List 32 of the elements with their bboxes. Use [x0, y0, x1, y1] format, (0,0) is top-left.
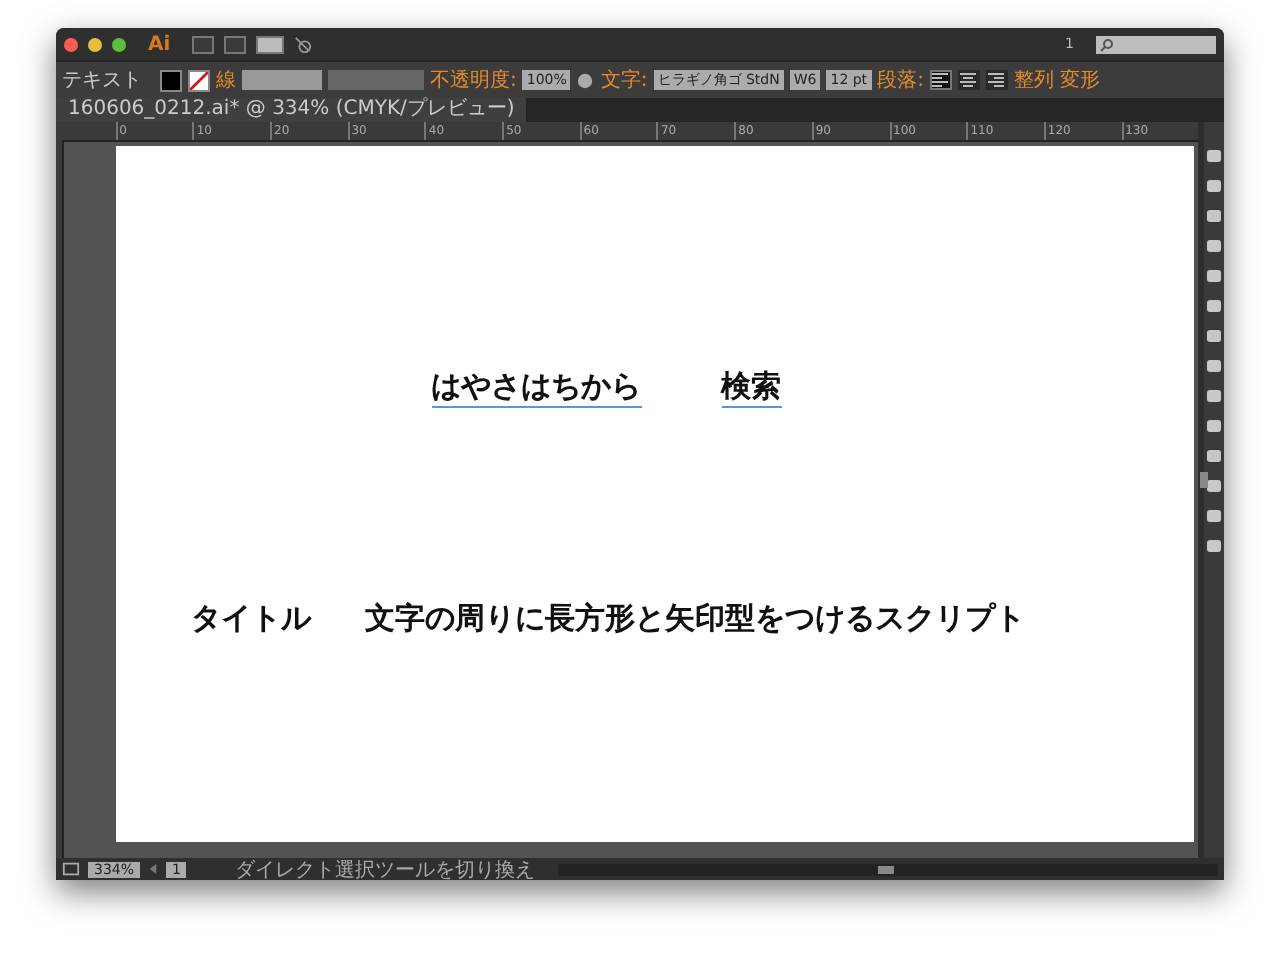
- text-object[interactable]: タイトル: [191, 598, 312, 638]
- character-label[interactable]: 文字:: [600, 66, 648, 94]
- artboard-icon[interactable]: [62, 860, 80, 878]
- document-tab[interactable]: 160606_0212.ai* @ 334% (CMYK/プレビュー): [56, 98, 527, 122]
- gpu-icon[interactable]: [294, 35, 313, 53]
- text-object[interactable]: 検索: [721, 366, 782, 408]
- app-logo: Ai: [148, 33, 171, 55]
- no-stroke-swatch[interactable]: [188, 69, 210, 91]
- fill-swatch[interactable]: [160, 69, 182, 91]
- status-text: ダイレクト選択ツールを切り換え: [234, 857, 535, 880]
- search-field[interactable]: [1096, 35, 1216, 53]
- text-object[interactable]: 文字の周りに長方形と矢印型をつけるスクリプト: [365, 598, 1026, 638]
- horizontal-scrollbar[interactable]: [558, 863, 1218, 875]
- zoom-button[interactable]: [112, 37, 126, 51]
- previous-icon[interactable]: [148, 864, 159, 874]
- variable-width-field[interactable]: [328, 70, 424, 90]
- stroke-weight-field[interactable]: [242, 70, 322, 90]
- stroke-label[interactable]: 線: [216, 66, 236, 94]
- tool-label: テキスト: [62, 68, 142, 94]
- align-center-button[interactable]: [957, 70, 980, 90]
- transform-link[interactable]: 変形: [1059, 66, 1100, 94]
- align-link[interactable]: 整列: [1013, 66, 1054, 94]
- minimize-button[interactable]: [88, 37, 102, 51]
- search-icon: [1100, 37, 1114, 51]
- paragraph-label[interactable]: 段落:: [877, 66, 924, 94]
- close-button[interactable]: [64, 37, 78, 51]
- text-object[interactable]: はやさはちから: [431, 366, 642, 408]
- align-left-button[interactable]: [929, 70, 952, 90]
- arrange-icon[interactable]: [256, 35, 285, 53]
- opacity-label[interactable]: 不透明度:: [430, 66, 517, 94]
- align-right-button[interactable]: [985, 70, 1008, 90]
- globe-icon[interactable]: [576, 71, 595, 89]
